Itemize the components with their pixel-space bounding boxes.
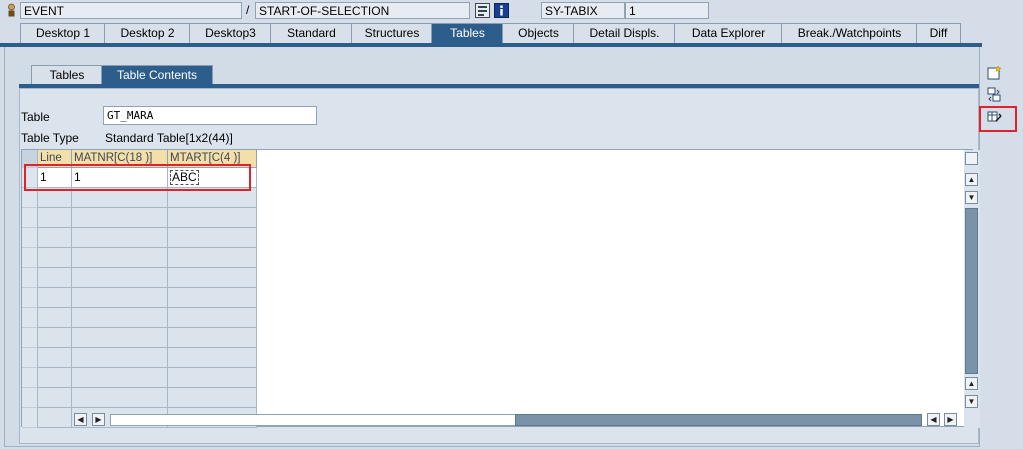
tab-table-contents[interactable]: Table Contents <box>101 65 213 85</box>
row-selector[interactable] <box>22 388 38 408</box>
row-selector[interactable] <box>22 328 38 348</box>
tab-tables-list[interactable]: Tables <box>31 65 103 85</box>
tab-structures[interactable]: Structures <box>351 23 433 43</box>
scroll-up-icon[interactable]: ▲ <box>965 377 978 390</box>
tab-tables[interactable]: Tables <box>431 23 504 43</box>
empty-cell[interactable] <box>168 328 257 348</box>
highlight-data-row <box>24 164 251 191</box>
empty-cell[interactable] <box>168 188 257 208</box>
empty-cell[interactable] <box>38 248 72 268</box>
row-selector[interactable] <box>22 248 38 268</box>
table-label: Table <box>21 110 50 124</box>
empty-cell[interactable] <box>168 248 257 268</box>
scroll-left-icon[interactable]: ◀ <box>74 413 87 426</box>
empty-cell[interactable] <box>38 188 72 208</box>
row-selector[interactable] <box>22 368 38 388</box>
empty-cell[interactable] <box>38 388 72 408</box>
scroll-down-icon[interactable]: ▼ <box>965 395 978 408</box>
vertical-scroll-thumb[interactable] <box>965 208 978 374</box>
table-type-label: Table Type <box>21 131 79 145</box>
empty-cell[interactable] <box>38 228 72 248</box>
event-type-field: EVENT <box>20 2 242 19</box>
separator: / <box>246 3 250 17</box>
row-selector[interactable] <box>22 288 38 308</box>
empty-cell[interactable] <box>72 208 168 228</box>
tab-desktop-3[interactable]: Desktop3 <box>189 23 272 43</box>
tab-data-explorer[interactable]: Data Explorer <box>674 23 783 43</box>
debugger-header: EVENT / START-OF-SELECTION SY-TABIX 1 <box>0 0 1023 22</box>
scroll-right-icon[interactable]: ▶ <box>92 413 105 426</box>
empty-cell[interactable] <box>72 348 168 368</box>
row-selector[interactable] <box>22 308 38 328</box>
switch-layout-icon[interactable] <box>987 87 1002 102</box>
row-selector[interactable] <box>22 188 38 208</box>
empty-cell[interactable] <box>38 208 72 228</box>
empty-cell[interactable] <box>38 348 72 368</box>
highlight-edit-icon <box>979 106 1017 132</box>
tab-break-watchpoints[interactable]: Break./Watchpoints <box>781 23 918 43</box>
empty-cell[interactable] <box>38 308 72 328</box>
variable-value-field[interactable]: 1 <box>625 2 709 19</box>
breakpoint-person-icon <box>8 3 15 17</box>
empty-cell[interactable] <box>168 268 257 288</box>
table-contents-panel: Table GT_MARA Table Type Standard Table[… <box>19 88 980 444</box>
empty-cell[interactable] <box>72 248 168 268</box>
scroll-up-icon[interactable]: ▲ <box>965 173 978 186</box>
empty-cell[interactable] <box>168 368 257 388</box>
horizontal-scroll-thumb[interactable] <box>515 414 922 426</box>
tab-objects[interactable]: Objects <box>502 23 575 43</box>
main-tab-strip: Desktop 1 Desktop 2 Desktop3 Standard St… <box>0 23 1023 43</box>
empty-cell[interactable] <box>72 388 168 408</box>
empty-cell[interactable] <box>72 368 168 388</box>
row-selector[interactable] <box>22 348 38 368</box>
tab-desktop-1[interactable]: Desktop 1 <box>20 23 106 43</box>
scroll-down-icon[interactable]: ▼ <box>965 191 978 204</box>
empty-cell[interactable] <box>72 268 168 288</box>
table-name-input[interactable]: GT_MARA <box>103 106 317 125</box>
variable-name-field[interactable]: SY-TABIX <box>541 2 625 19</box>
empty-cell[interactable] <box>38 288 72 308</box>
empty-cell[interactable] <box>168 348 257 368</box>
sub-tab-strip: Tables Table Contents <box>19 65 979 85</box>
empty-cell[interactable] <box>168 288 257 308</box>
row-selector[interactable] <box>22 208 38 228</box>
row-selector[interactable] <box>22 268 38 288</box>
tables-content-area: Tables Table Contents Table GT_MARA Tabl… <box>4 47 980 447</box>
empty-cell[interactable] <box>72 228 168 248</box>
search-icon[interactable] <box>475 3 490 18</box>
empty-cell[interactable] <box>72 308 168 328</box>
empty-cell[interactable] <box>38 368 72 388</box>
scroll-left-icon[interactable]: ◀ <box>927 413 940 426</box>
empty-cell[interactable] <box>72 288 168 308</box>
tab-diff[interactable]: Diff <box>916 23 961 43</box>
empty-cell[interactable] <box>38 408 72 428</box>
empty-cell[interactable] <box>72 328 168 348</box>
empty-cell[interactable] <box>38 328 72 348</box>
empty-cell[interactable] <box>168 208 257 228</box>
tab-desktop-2[interactable]: Desktop 2 <box>104 23 191 43</box>
event-name-field: START-OF-SELECTION <box>255 2 470 19</box>
empty-cell[interactable] <box>168 308 257 328</box>
table-type-value: Standard Table[1x2(44)] <box>105 131 233 145</box>
row-selector[interactable] <box>22 408 38 428</box>
scroll-right-icon[interactable]: ▶ <box>944 413 957 426</box>
empty-cell[interactable] <box>72 188 168 208</box>
tab-detail-displs[interactable]: Detail Displs. <box>573 23 676 43</box>
info-icon[interactable] <box>494 3 509 18</box>
empty-cell[interactable] <box>38 268 72 288</box>
empty-cell[interactable] <box>168 388 257 408</box>
scroll-top-button[interactable] <box>965 152 978 165</box>
row-selector[interactable] <box>22 228 38 248</box>
empty-cell[interactable] <box>168 228 257 248</box>
new-table-icon[interactable] <box>987 65 1002 80</box>
tab-standard[interactable]: Standard <box>270 23 353 43</box>
